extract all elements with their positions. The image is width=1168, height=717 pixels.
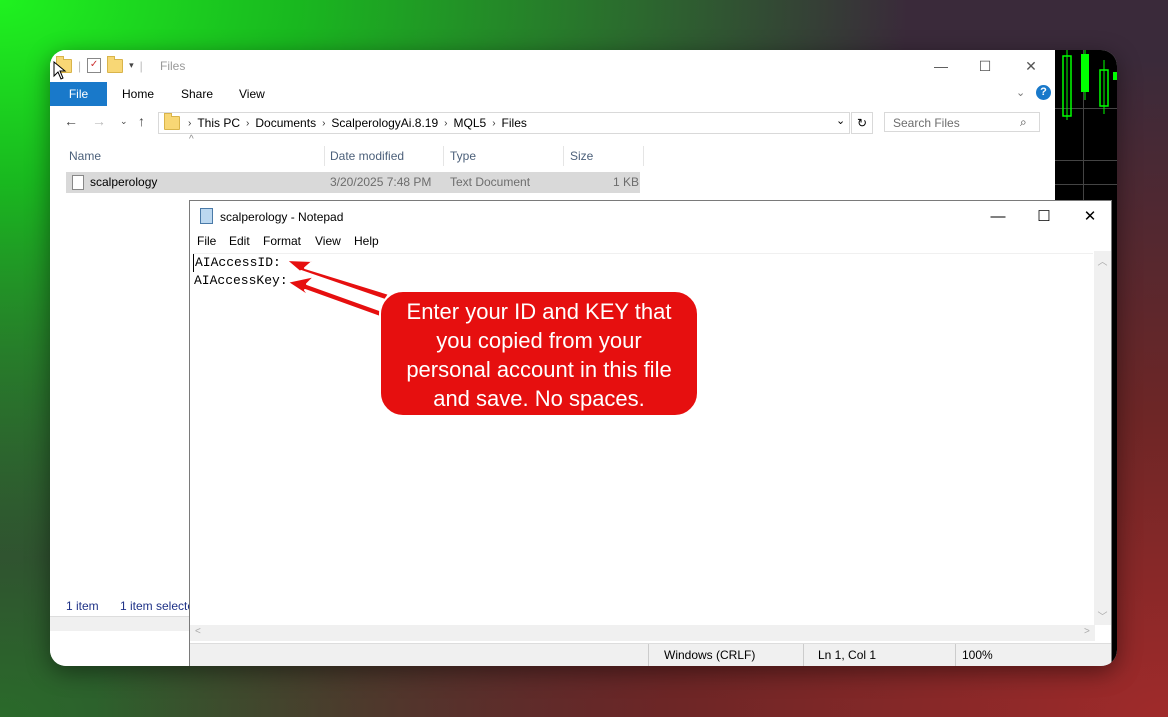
address-bar[interactable]: › This PC › Documents › ScalperologyAi.8… [158, 112, 850, 134]
breadcrumb-separator: › [444, 117, 448, 129]
notepad-minimize-button[interactable]: — [975, 204, 1021, 230]
notepad-window: scalperology - Notepad — ☐ ✕ File Edit F… [189, 200, 1112, 666]
notepad-maximize-button[interactable]: ☐ [1021, 204, 1067, 230]
notepad-close-button[interactable]: ✕ [1067, 204, 1113, 230]
breadcrumb-documents[interactable]: Documents [255, 116, 316, 130]
tab-home[interactable]: Home [110, 82, 166, 106]
screenshot-frame: | ✓ ▾ | Files — ☐ ✕ File Home Share View… [50, 50, 1117, 666]
refresh-icon[interactable]: ↻ [851, 112, 873, 134]
mouse-cursor-icon [53, 61, 67, 80]
toolbar-divider: | [78, 58, 82, 73]
help-icon[interactable]: ? [1036, 85, 1051, 100]
text-line-access-key: AIAccessKey: [194, 273, 288, 288]
status-zoom: 100% [962, 648, 993, 662]
column-type[interactable]: Type [444, 146, 564, 166]
status-line-ending: Windows (CRLF) [664, 648, 756, 662]
status-divider [803, 644, 804, 666]
properties-icon[interactable]: ✓ [87, 58, 102, 73]
column-size[interactable]: Size [564, 146, 644, 166]
breadcrumb-mql5[interactable]: MQL5 [454, 116, 487, 130]
selected-count: 1 item selecte [120, 599, 195, 613]
callout-line: you copied from your [436, 328, 642, 353]
file-date: 3/20/2025 7:48 PM [330, 175, 432, 189]
back-icon[interactable]: ← [64, 113, 78, 129]
address-row: ← → ⌄ ↑ › This PC › Documents › Scalpero… [50, 110, 1055, 136]
folder-icon [164, 113, 180, 130]
notepad-menubar: File Edit Format View Help [190, 231, 1111, 251]
menu-view[interactable]: View [315, 234, 341, 248]
column-date-modified[interactable]: Date modified [324, 146, 444, 166]
breadcrumb-separator: › [322, 117, 326, 129]
column-name[interactable]: Name [63, 146, 325, 166]
instruction-callout: Enter your ID and KEY that you copied fr… [379, 290, 699, 417]
file-size: 1 KB [613, 175, 640, 189]
callout-line: and save. No spaces. [433, 386, 645, 411]
forward-icon[interactable]: → [92, 113, 106, 129]
tab-share[interactable]: Share [169, 82, 225, 106]
tab-view[interactable]: View [227, 82, 277, 106]
customize-toolbar-icon[interactable]: ▾ [129, 60, 134, 71]
quick-access-toolbar: | ✓ ▾ | [56, 55, 143, 73]
text-line-access-id: AIAccessID: [193, 254, 1093, 272]
close-button[interactable]: ✕ [1008, 54, 1054, 78]
callout-line: Enter your ID and KEY that [406, 299, 672, 324]
menu-format[interactable]: Format [263, 234, 301, 248]
minimize-button[interactable]: — [918, 54, 964, 78]
breadcrumb-files[interactable]: Files [502, 116, 527, 130]
menu-edit[interactable]: Edit [229, 234, 250, 248]
notepad-icon [200, 208, 213, 224]
item-count: 1 item [66, 599, 99, 613]
status-divider [648, 644, 649, 666]
notepad-titlebar: scalperology - Notepad — ☐ ✕ [190, 201, 1111, 231]
sort-indicator-icon: ^ [189, 134, 194, 145]
explorer-title: Files [160, 59, 186, 73]
status-divider [955, 644, 956, 666]
breadcrumb-separator: › [188, 117, 192, 129]
callout-line: personal account in this file [406, 357, 672, 382]
file-name: scalperology [90, 175, 158, 189]
maximize-button[interactable]: ☐ [962, 54, 1008, 78]
menu-help[interactable]: Help [354, 234, 379, 248]
search-input[interactable]: Search Files [884, 112, 1040, 132]
file-row[interactable]: scalperology 3/20/2025 7:48 PM Text Docu… [66, 172, 640, 193]
up-icon[interactable]: ↑ [138, 113, 145, 129]
breadcrumb-separator: › [246, 117, 250, 129]
new-folder-icon[interactable] [107, 55, 124, 73]
address-dropdown-icon[interactable]: ⌄ [836, 114, 845, 127]
file-type: Text Document [450, 175, 531, 189]
ribbon-tabs: File Home Share View ⌄ ? [50, 82, 1055, 106]
notepad-horizontal-scrollbar[interactable]: < > [190, 625, 1095, 641]
notepad-statusbar: Windows (CRLF) Ln 1, Col 1 100% [190, 643, 1111, 666]
menu-file[interactable]: File [197, 234, 216, 248]
notepad-title: scalperology - Notepad [220, 210, 344, 224]
text-file-icon [72, 175, 84, 190]
breadcrumb-scalperology[interactable]: ScalperologyAi.8.19 [331, 116, 438, 130]
toolbar-divider: | [139, 58, 143, 73]
search-icon: ⌕ [1020, 115, 1027, 129]
breadcrumb-this-pc[interactable]: This PC [197, 116, 240, 130]
recent-locations-icon[interactable]: ⌄ [120, 116, 128, 127]
breadcrumb-separator: › [492, 117, 496, 129]
status-cursor-position: Ln 1, Col 1 [818, 648, 877, 662]
expand-ribbon-icon[interactable]: ⌄ [1016, 86, 1025, 99]
explorer-titlebar: | ✓ ▾ | Files — ☐ ✕ [50, 50, 1055, 82]
notepad-vertical-scrollbar[interactable]: ︿ ﹀ [1094, 251, 1111, 625]
tab-file[interactable]: File [50, 82, 107, 106]
